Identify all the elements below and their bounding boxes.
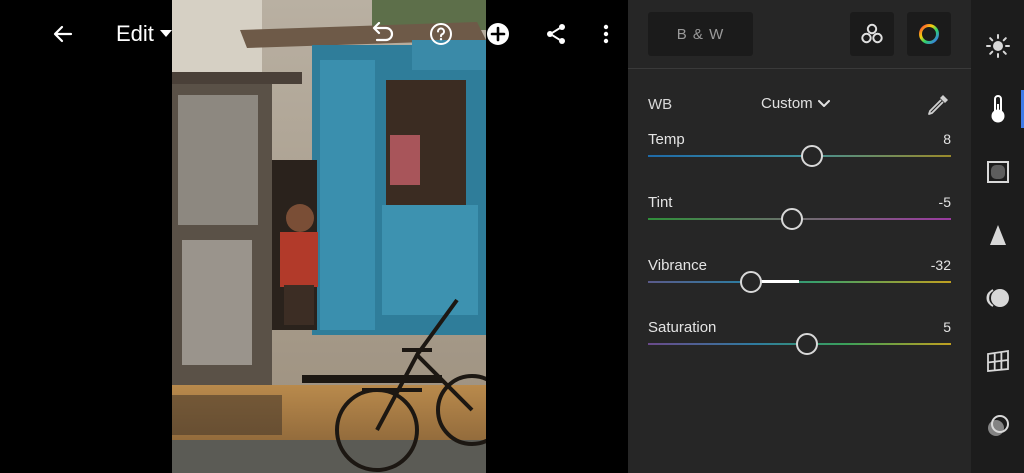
saturation-slider-row: Saturation 5 — [648, 319, 951, 369]
geometry-tool-button[interactable] — [971, 339, 1024, 383]
more-options-button[interactable] — [590, 18, 622, 50]
wb-eyedropper-button[interactable] — [925, 92, 951, 118]
chevron-down-icon — [817, 99, 830, 107]
tint-label: Tint — [648, 194, 673, 211]
optics-icon — [985, 289, 1009, 307]
detail-tool-button[interactable] — [971, 213, 1024, 257]
wb-label: WB — [648, 96, 673, 113]
wb-preset-value: Custom — [761, 95, 813, 112]
share-icon — [547, 24, 565, 44]
back-button[interactable] — [47, 18, 79, 50]
presets-icon — [987, 415, 1009, 436]
share-button[interactable] — [540, 18, 572, 50]
photo-canvas[interactable]: Edit — [0, 0, 628, 473]
color-mix-button[interactable] — [850, 12, 894, 56]
color-mix-icon — [861, 23, 883, 44]
tint-slider-thumb[interactable] — [780, 208, 803, 230]
presets-tool-button[interactable] — [971, 404, 1024, 448]
black-white-button[interactable]: B & W — [648, 12, 753, 56]
effects-icon — [986, 161, 1009, 183]
panel-divider — [628, 68, 971, 69]
edited-photo[interactable] — [172, 0, 486, 473]
detail-icon — [989, 225, 1006, 245]
saturation-slider-thumb[interactable] — [796, 333, 819, 355]
saturation-label: Saturation — [648, 319, 717, 336]
photo-image — [172, 0, 486, 473]
saturation-value: 5 — [943, 319, 951, 335]
color-edit-panel: B & W WB Custom Temp 8 Tint -5 Vibrance … — [628, 0, 971, 473]
help-circle-icon — [430, 23, 452, 45]
vibrance-value: -32 — [930, 257, 951, 273]
optics-tool-button[interactable] — [971, 276, 1024, 320]
eyedropper-icon — [928, 95, 948, 115]
edit-tools-rail — [971, 0, 1024, 473]
vibrance-slider-thumb[interactable] — [740, 271, 763, 293]
undo-button[interactable] — [366, 18, 398, 50]
tint-value: -5 — [938, 194, 951, 210]
add-button[interactable] — [482, 18, 514, 50]
wb-preset-dropdown[interactable]: Custom — [761, 95, 830, 112]
more-vertical-icon — [603, 24, 609, 44]
tint-slider-row: Tint -5 — [648, 194, 951, 244]
vibrance-track[interactable] — [648, 281, 951, 283]
light-icon — [985, 34, 1010, 58]
top-toolbar: Edit — [0, 0, 628, 68]
undo-icon — [372, 22, 394, 42]
caret-down-icon — [159, 30, 172, 37]
edit-mode-label: Edit — [116, 21, 154, 46]
arrow-left-icon — [53, 25, 73, 43]
edit-mode-dropdown[interactable]: Edit — [116, 20, 172, 48]
color-tool-button[interactable] — [971, 87, 1024, 131]
help-button[interactable] — [425, 18, 457, 50]
vibrance-fill — [761, 280, 800, 283]
color-icon — [991, 95, 1004, 123]
light-tool-button[interactable] — [971, 24, 1024, 68]
vibrance-label: Vibrance — [648, 257, 707, 274]
color-wheel-icon — [919, 24, 939, 44]
temp-value: 8 — [943, 131, 951, 147]
geometry-icon — [986, 349, 1009, 372]
temp-label: Temp — [648, 131, 685, 148]
white-balance-row: WB Custom — [648, 92, 951, 118]
temp-slider-thumb[interactable] — [800, 145, 823, 167]
color-grading-button[interactable] — [907, 12, 951, 56]
plus-circle-icon — [487, 23, 509, 45]
vibrance-slider-row: Vibrance -32 — [648, 257, 951, 307]
temp-track[interactable] — [648, 155, 951, 157]
effects-tool-button[interactable] — [971, 150, 1024, 194]
temp-slider-row: Temp 8 — [648, 131, 951, 181]
